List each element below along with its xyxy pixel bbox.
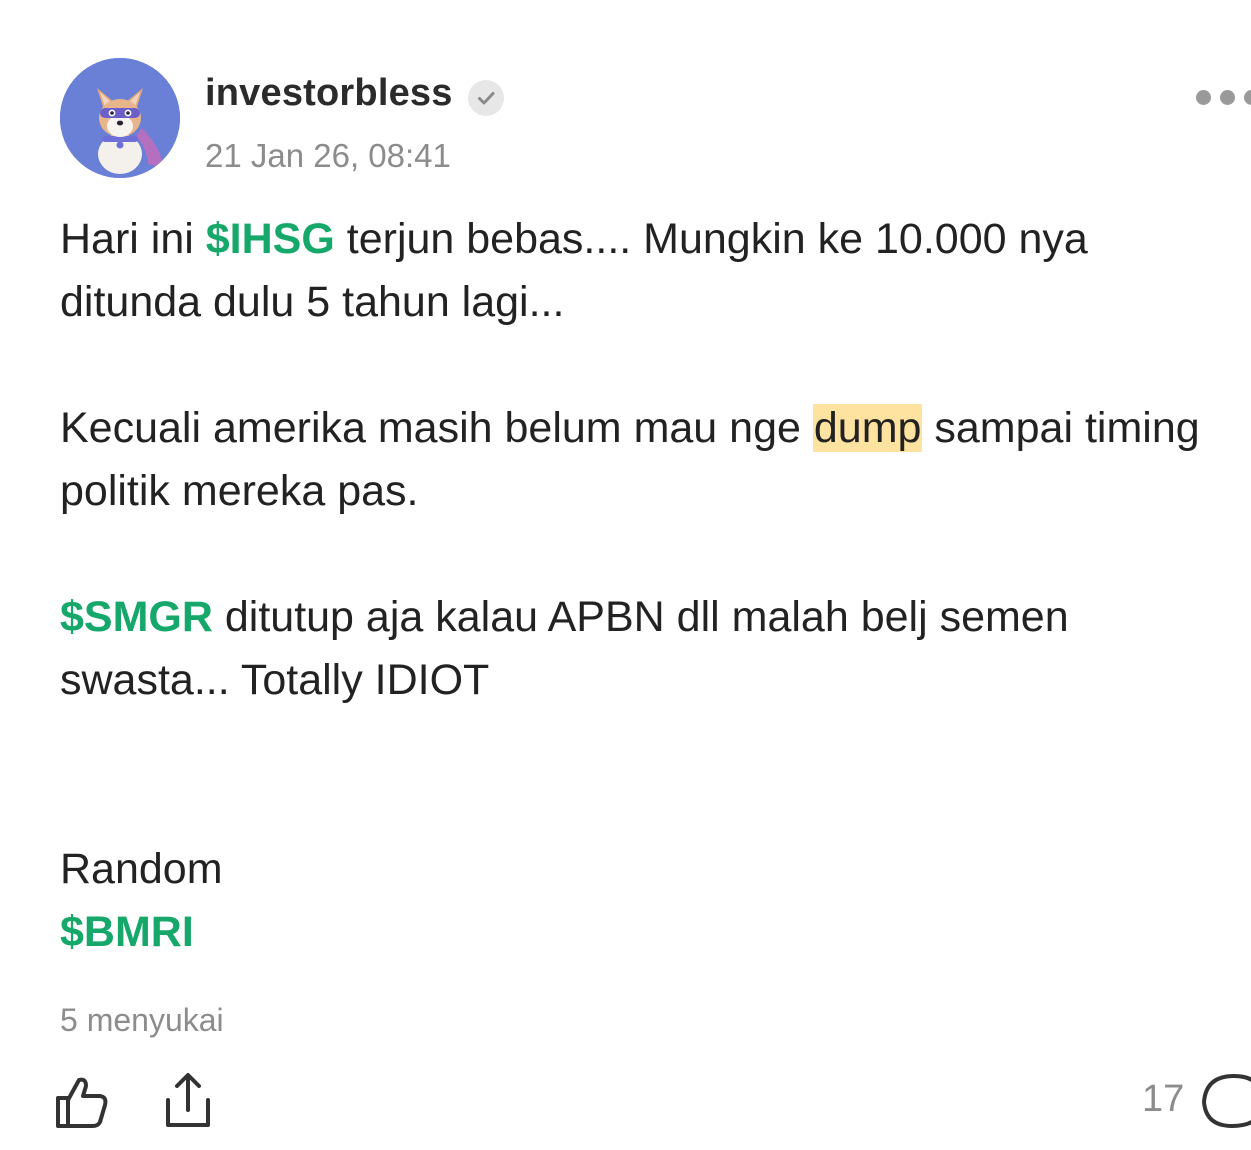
paragraph-1: Hari ini $IHSG terjun bebas.... Mungkin … [60, 208, 1210, 334]
dot [1220, 90, 1235, 105]
ticker-ihsg-link[interactable]: $IHSG [206, 215, 335, 263]
post-body: Hari ini $IHSG terjun bebas.... Mungkin … [60, 208, 1210, 964]
paragraph-4: Random $BMRI [60, 838, 1210, 964]
like-button[interactable] [52, 1072, 112, 1132]
text: Kecuali amerika masih belum mau nge [60, 404, 813, 452]
highlighted-word: dump [812, 404, 923, 452]
text: Random [60, 845, 223, 893]
dot [1196, 90, 1211, 105]
author-username[interactable]: investorbless [205, 72, 453, 115]
dog-avatar-icon [60, 58, 180, 178]
share-button[interactable] [160, 1070, 216, 1132]
comment-bubble-icon [1201, 1073, 1251, 1129]
dot [1244, 90, 1251, 105]
comment-button[interactable] [1198, 1070, 1251, 1132]
comment-count[interactable]: 17 [1142, 1078, 1184, 1121]
thumbs-up-icon [56, 1077, 108, 1128]
likes-count[interactable]: 5 menyukai [60, 1002, 224, 1039]
post-timestamp: 21 Jan 26, 08:41 [205, 137, 451, 174]
text: Hari ini [60, 215, 206, 263]
paragraph-3: $SMGR ditutup aja kalau APBN dll malah b… [60, 586, 1210, 712]
share-icon [166, 1073, 210, 1127]
ticker-bmri-link[interactable]: $BMRI [60, 908, 194, 956]
paragraph-2: Kecuali amerika masih belum mau nge dump… [60, 397, 1210, 523]
more-dots-icon[interactable] [1190, 85, 1251, 111]
avatar[interactable] [60, 58, 180, 178]
check-badge-icon [468, 80, 504, 116]
ticker-smgr-link[interactable]: $SMGR [60, 593, 213, 641]
post-card: investorbless 21 Jan 26, 08:41 Hari ini … [0, 0, 1251, 1150]
